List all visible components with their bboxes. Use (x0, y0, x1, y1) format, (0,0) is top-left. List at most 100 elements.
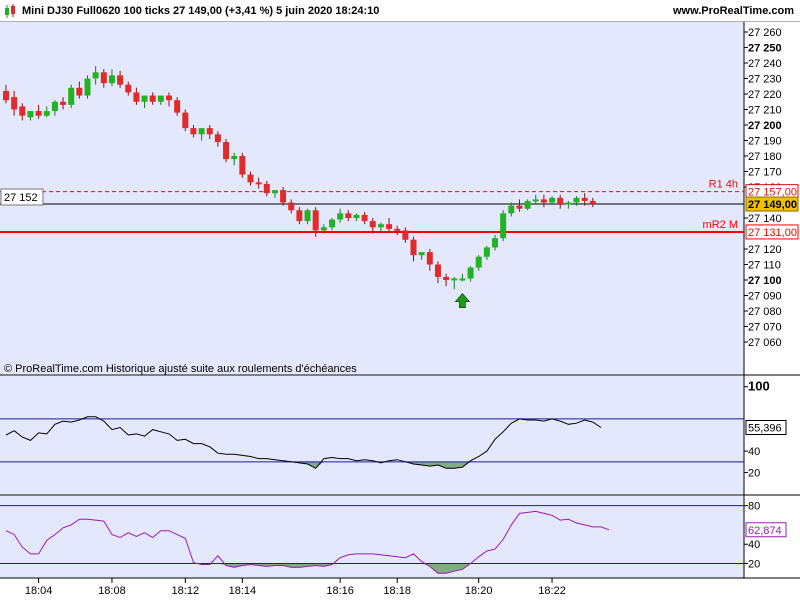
candle-body (565, 202, 572, 205)
candle-body (426, 252, 433, 265)
candle-body (377, 224, 384, 228)
candle[interactable] (524, 199, 531, 211)
candle-body (223, 142, 230, 160)
candle-body (108, 75, 115, 84)
candle-body (386, 224, 393, 229)
candle-body (418, 252, 425, 256)
y-tick-label: 27 170 (748, 167, 782, 179)
candle[interactable] (223, 138, 230, 163)
candle-body (304, 210, 311, 222)
candle[interactable] (84, 75, 91, 99)
y-tick-label: 27 190 (748, 136, 782, 148)
candle-body (467, 267, 474, 279)
candle[interactable] (500, 210, 507, 242)
candle-body (557, 197, 564, 205)
y-tick-label: 27 230 (748, 74, 782, 86)
y-tick-label: 27 210 (748, 105, 782, 117)
candle-body (19, 106, 26, 116)
y-tick-label: 27 090 (748, 291, 782, 303)
candle-body (149, 95, 156, 102)
y-tick-label: 27 260 (748, 27, 782, 39)
candle-body (434, 264, 441, 277)
candle-body (516, 205, 523, 209)
candle-body (214, 134, 221, 143)
candle[interactable] (182, 109, 189, 132)
candle-body (329, 219, 335, 228)
indicator1-value: 55,396 (748, 422, 782, 434)
candle-body (320, 227, 327, 231)
r1-level-name: R1 4h (709, 179, 738, 191)
x-tick-label: 18:04 (25, 585, 53, 597)
x-tick-label: 18:22 (538, 585, 566, 597)
indicator2-panel[interactable] (0, 496, 744, 578)
watermark: © ProRealTime.com Historique ajusté suit… (4, 363, 357, 375)
y-tick-label: 27 180 (748, 151, 782, 163)
x-tick-label: 18:18 (383, 585, 411, 597)
y-tick-label: 27 250 (748, 43, 782, 55)
candle-body (76, 87, 83, 96)
candle-body (410, 239, 417, 256)
candle-body (492, 238, 498, 248)
site-link[interactable]: www.ProRealTime.com (673, 5, 794, 17)
chart-window: 27 260 27 250 27 240 27 230 27 220 27 210 27 2… (0, 0, 800, 600)
y-tick-label: 40 (748, 446, 760, 458)
candle-body (166, 95, 172, 101)
candle-body (451, 278, 458, 281)
y-tick-label: 27 220 (748, 89, 782, 101)
candle-body (60, 101, 67, 105)
y-tick-label: 27 100 (748, 275, 782, 287)
candle-body (174, 100, 181, 113)
x-tick-label: 18:14 (229, 585, 257, 597)
candle-body (500, 213, 507, 239)
candle[interactable] (239, 152, 246, 178)
candle-body (117, 75, 124, 85)
candle-body (255, 182, 262, 185)
candle-body (361, 214, 368, 222)
candle-body (540, 199, 547, 203)
candle-body (508, 205, 515, 214)
candle-body (92, 72, 99, 79)
candle-body (296, 210, 303, 222)
candle-body (402, 230, 409, 240)
candle-body (459, 278, 466, 281)
candle-body (182, 112, 189, 129)
candle-body (141, 95, 148, 102)
y-tick-label: 27 070 (748, 322, 782, 334)
y-tick-label: 27 200 (748, 120, 782, 132)
candle-body (231, 156, 238, 160)
indicator2-value: 62,874 (748, 525, 782, 537)
candle-body (11, 97, 18, 110)
candle[interactable] (68, 84, 75, 108)
candle-body (475, 256, 482, 268)
candle-body (483, 247, 490, 257)
candle-body (288, 202, 295, 211)
candle-body (100, 72, 107, 84)
candle-body (3, 90, 9, 101)
candle-body (394, 228, 401, 231)
candle-body (280, 190, 287, 203)
candle-body (198, 128, 205, 135)
cursor-value: 27 152 (4, 192, 38, 204)
y-tick-label: 27 060 (748, 337, 782, 349)
y-tick-label: 27 110 (748, 260, 781, 272)
candle-body (43, 111, 50, 116)
candle-body (247, 174, 254, 183)
candle-body (345, 213, 352, 218)
y-tick-label: 27 140 (748, 213, 782, 225)
candle-body (27, 111, 34, 118)
candle-body (51, 101, 58, 112)
current-price-value: 27 149,00 (748, 199, 797, 211)
candle-body (133, 92, 140, 102)
y-tick-label: 20 (748, 468, 760, 480)
chart-canvas[interactable]: 27 260 27 250 27 240 27 230 27 220 27 210 27 2… (0, 0, 800, 600)
candle-body (549, 197, 556, 203)
candle-body (239, 156, 246, 175)
indicator1-panel[interactable] (0, 376, 744, 494)
candle-body (312, 210, 319, 231)
x-tick-label: 18:12 (172, 585, 200, 597)
x-tick-label: 18:08 (98, 585, 126, 597)
candle-body (353, 214, 360, 218)
candle-body (532, 199, 539, 202)
x-tick-label: 18:16 (326, 585, 354, 597)
y-tick-label: 27 120 (748, 244, 782, 256)
